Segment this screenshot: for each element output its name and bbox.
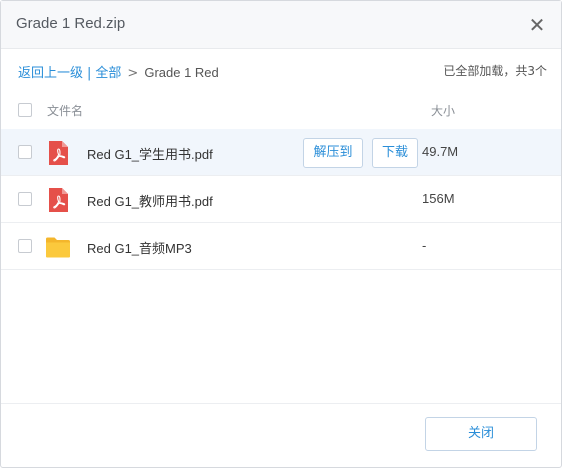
pdf-icon xyxy=(49,188,68,212)
archive-preview-dialog: Grade 1 Red.zip ✕ 返回上一级 | 全部 > Grade 1 Red 已… xyxy=(0,0,562,468)
table-row[interactable]: Red G1_学生用书.pdf 解压到 下载 49.7M xyxy=(1,129,561,176)
column-header-size: 大小 xyxy=(431,104,456,118)
breadcrumb-bar: 返回上一级 | 全部 > Grade 1 Red 已全部加载，共3个 xyxy=(1,49,561,91)
breadcrumb-arrow: > xyxy=(127,66,139,81)
folder-name[interactable]: Red G1_音频MP3 xyxy=(87,238,192,257)
loaded-status: 已全部加载，共3个 xyxy=(443,64,547,78)
select-all-checkbox[interactable] xyxy=(18,103,32,117)
file-size: - xyxy=(422,238,427,253)
download-button[interactable]: 下载 xyxy=(372,138,418,168)
breadcrumb: 返回上一级 | 全部 > Grade 1 Red xyxy=(18,62,219,81)
row-checkbox[interactable] xyxy=(18,192,32,206)
column-header-name: 文件名 xyxy=(47,104,84,118)
pdf-icon xyxy=(49,141,68,165)
file-name[interactable]: Red G1_学生用书.pdf xyxy=(87,144,213,163)
dialog-footer: 关闭 xyxy=(1,403,561,467)
extract-to-button[interactable]: 解压到 xyxy=(303,138,363,168)
all-link[interactable]: 全部 xyxy=(95,66,121,81)
back-link[interactable]: 返回上一级 xyxy=(18,66,83,81)
table-header: 文件名 大小 xyxy=(1,91,561,129)
table-row[interactable]: Red G1_教师用书.pdf 156M xyxy=(1,176,561,223)
breadcrumb-separator: | xyxy=(87,66,92,81)
file-size: 49.7M xyxy=(422,144,459,159)
table-row[interactable]: Red G1_音频MP3 - xyxy=(1,223,561,270)
close-icon[interactable]: ✕ xyxy=(527,15,547,35)
close-button[interactable]: 关闭 xyxy=(425,417,537,451)
row-checkbox[interactable] xyxy=(18,239,32,253)
dialog-header: Grade 1 Red.zip ✕ xyxy=(1,1,561,49)
breadcrumb-current: Grade 1 Red xyxy=(144,65,219,80)
row-checkbox[interactable] xyxy=(18,145,32,159)
file-size: 156M xyxy=(422,191,455,206)
folder-icon xyxy=(46,237,70,258)
dialog-title: Grade 1 Red.zip xyxy=(16,15,126,32)
file-name[interactable]: Red G1_教师用书.pdf xyxy=(87,191,213,210)
